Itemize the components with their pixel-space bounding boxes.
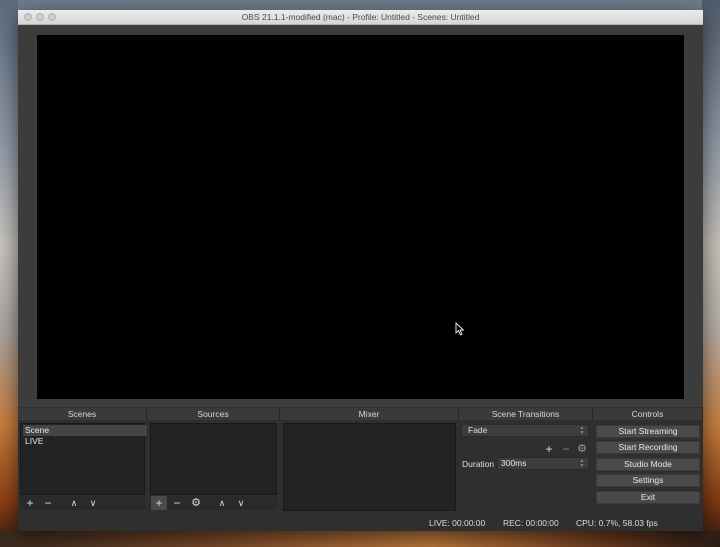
remove-source-button[interactable]: − — [169, 496, 185, 510]
add-source-button[interactable]: + — [151, 496, 167, 510]
scene-item-scene[interactable]: Scene — [23, 425, 147, 436]
sources-list[interactable] — [150, 423, 277, 495]
scene-item-live[interactable]: LIVE — [25, 436, 43, 447]
mixer-dock-header: Mixer — [280, 408, 459, 420]
obs-window: OBS 21.1.1-modified (mac) - Profile: Unt… — [18, 10, 703, 531]
rec-timer: REC: 00:00:00 — [503, 518, 559, 528]
mixer-panel — [283, 423, 456, 511]
remove-scene-button[interactable]: − — [40, 496, 56, 510]
desktop-wallpaper-bottom — [0, 531, 720, 547]
start-streaming-button[interactable]: Start Streaming — [596, 425, 700, 438]
desktop-wallpaper-left — [0, 0, 18, 547]
move-source-down-button[interactable]: ∨ — [233, 496, 249, 510]
source-properties-gear-icon[interactable]: ⚙ — [188, 496, 204, 510]
move-scene-down-button[interactable]: ∨ — [85, 496, 101, 510]
studio-mode-button[interactable]: Studio Mode — [596, 458, 700, 471]
move-scene-up-button[interactable]: ∧ — [66, 496, 82, 510]
scenes-dock-header: Scenes — [18, 408, 147, 420]
preview-canvas[interactable] — [37, 35, 684, 399]
exit-button[interactable]: Exit — [596, 491, 700, 504]
duration-value: 300ms — [501, 458, 527, 468]
settings-button[interactable]: Settings — [596, 474, 700, 487]
scenes-list[interactable]: Scene LIVE — [20, 423, 147, 495]
preview-area — [18, 25, 703, 407]
live-timer: LIVE: 00:00:00 — [429, 518, 486, 528]
start-recording-button[interactable]: Start Recording — [596, 441, 700, 454]
title-bar[interactable]: OBS 21.1.1-modified (mac) - Profile: Unt… — [18, 10, 703, 25]
controls-dock-header: Controls — [593, 408, 703, 420]
remove-transition-button[interactable]: − — [560, 443, 572, 455]
duration-label: Duration — [462, 459, 495, 469]
cpu-fps-readout: CPU: 0.7%, 58.03 fps — [576, 518, 658, 528]
transitions-dock-header: Scene Transitions — [459, 408, 593, 420]
sources-toolbar: + − ⚙ ∧ ∨ — [150, 496, 277, 510]
window-title: OBS 21.1.1-modified (mac) - Profile: Unt… — [241, 12, 480, 22]
sources-dock-header: Sources — [147, 408, 280, 420]
duration-field[interactable]: 300ms ▲ ▼ — [497, 457, 589, 470]
transition-select[interactable]: Fade ▲ ▼ — [461, 424, 589, 437]
transition-select-value: Fade — [468, 425, 488, 435]
mouse-cursor-icon — [455, 322, 465, 336]
add-transition-button[interactable]: + — [543, 443, 555, 455]
add-scene-button[interactable]: + — [22, 496, 38, 510]
duration-stepper-icon[interactable]: ▲ ▼ — [578, 459, 586, 469]
chevron-up-down-icon: ▲ ▼ — [579, 425, 585, 436]
scenes-toolbar: + − ∧ ∨ — [20, 496, 145, 510]
move-source-up-button[interactable]: ∧ — [214, 496, 230, 510]
transition-properties-gear-icon[interactable]: ⚙ — [576, 443, 588, 455]
status-bar: LIVE: 00:00:00 REC: 00:00:00 CPU: 0.7%, … — [18, 515, 703, 531]
desktop-wallpaper-right — [702, 0, 720, 547]
